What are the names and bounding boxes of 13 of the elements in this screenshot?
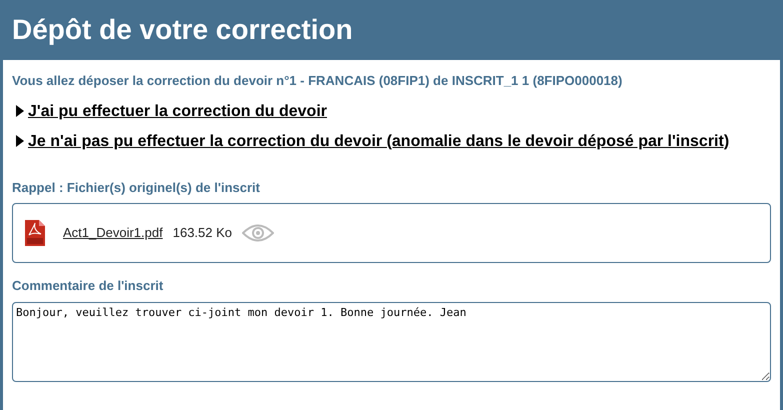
triangle-icon bbox=[16, 134, 24, 146]
section-title: Rappel : Fichier(s) originel(s) de l'inscrit bbox=[12, 178, 261, 197]
section-title: Commentaire de l'inscrit bbox=[12, 277, 164, 295]
file-size: 163.52 Ko bbox=[172, 224, 232, 242]
comment-field[interactable]: Bonjour, veuillez trouver ci-joint mon devoir 1. Bonne journée. Jean bbox=[12, 302, 771, 382]
eye-icon[interactable] bbox=[242, 224, 274, 242]
page-title: Dépôt de votre correction bbox=[12, 13, 353, 47]
triangle-icon bbox=[16, 104, 24, 116]
pdf-file-icon bbox=[25, 220, 45, 246]
intro-text: Vous allez déposer la correction du devoir n°1 - FRANCAIS (08FIP1) de INSCRIT_1 1 (8FIPO000018) bbox=[12, 72, 624, 90]
file-link[interactable]: Act1_Devoir1.pdf bbox=[63, 223, 163, 243]
choice-link[interactable]: Je n'ai pas pu effectuer la correction du devoir (anomalie dans le devoir déposé par l'inscrit) bbox=[28, 132, 730, 150]
choice-link[interactable]: J'ai pu effectuer la correction du devoir bbox=[28, 102, 327, 120]
